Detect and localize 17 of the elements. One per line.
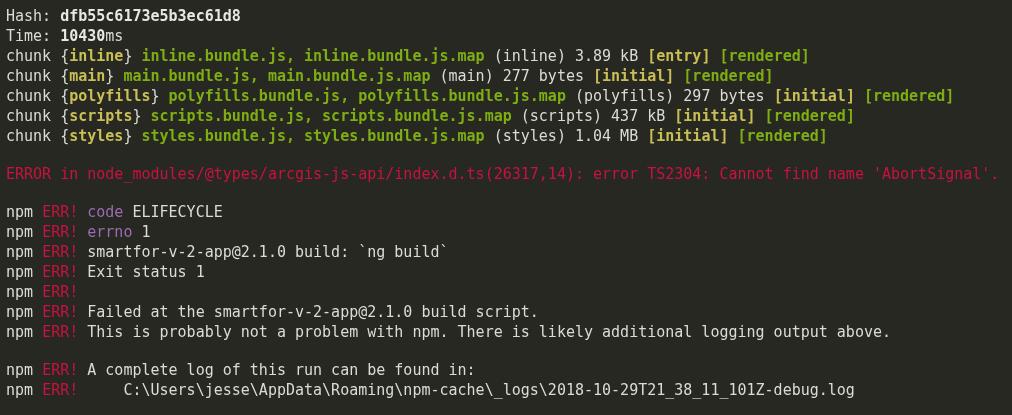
log-line: npm ERR! bbox=[6, 282, 80, 302]
log-line: npm ERR! smartfor-v-2-app@2.1.0 build: `ng build` bbox=[6, 242, 450, 262]
log-line: npm ERR! errno 1 bbox=[6, 222, 152, 242]
log-line: npm ERR! This is probably not a problem with npm. There is likely additional logging output above. bbox=[6, 322, 893, 342]
log-line: npm ERR! Exit status 1 bbox=[6, 262, 206, 282]
log-line: Time: 10430ms bbox=[6, 26, 125, 46]
log-line: npm ERR! C:\Users\jesse\AppData\Roaming\npm-cache\_logs\2018-10-29T21_38_11_101Z-debug.log bbox=[6, 380, 856, 400]
log-line: chunk {inline} inline.bundle.js, inline.bundle.js.map (inline) 3.89 kB [entry] [rendered] bbox=[6, 46, 811, 66]
log-line: npm ERR! A complete log of this run can be found in: bbox=[6, 360, 477, 380]
log-line: chunk {main} main.bundle.js, main.bundle.js.map (main) 277 bytes [initial] [rendered] bbox=[6, 66, 775, 86]
log-line: chunk {styles} styles.bundle.js, styles.bundle.js.map (styles) 1.04 MB [initial] [rendered] bbox=[6, 126, 829, 146]
log-line: Hash: dfb55c6173e5b3ec61d8 bbox=[6, 6, 242, 26]
log-line: ERROR in node_modules/@types/arcgis-js-api/index.d.ts(26317,14): error TS2304: Cannot find name 'AbortSignal'. bbox=[6, 164, 1001, 184]
log-line: npm ERR! code ELIFECYCLE bbox=[6, 202, 224, 222]
log-line: chunk {scripts} scripts.bundle.js, scripts.bundle.js.map (scripts) 437 kB [initial] [rendered] bbox=[6, 106, 856, 126]
log-line: chunk {polyfills} polyfills.bundle.js, polyfills.bundle.js.map (polyfills) 297 bytes [initial] [rendered] bbox=[6, 86, 956, 106]
log-line: npm ERR! Failed at the smartfor-v-2-app@2.1.0 build script. bbox=[6, 302, 540, 322]
